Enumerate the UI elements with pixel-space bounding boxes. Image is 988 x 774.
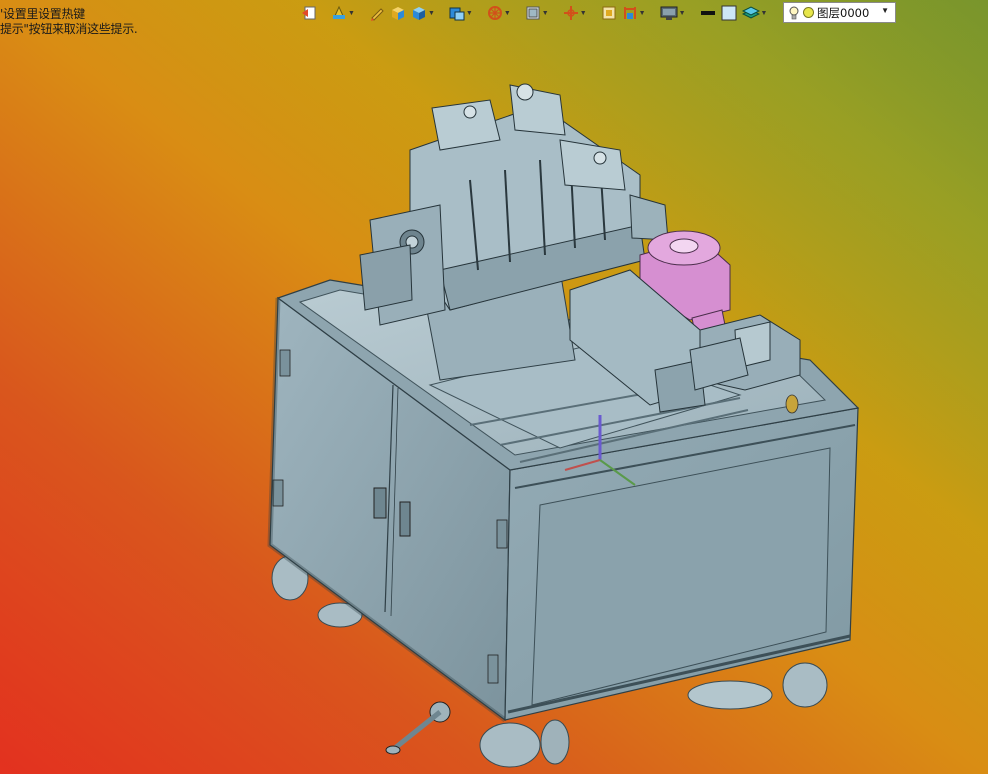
monitor-icon [660, 6, 678, 20]
chevron-down-icon[interactable]: ▼ [639, 10, 646, 17]
part-cube-icon [391, 7, 404, 20]
machine-model[interactable] [0, 0, 988, 774]
sketch-pen-icon [370, 8, 384, 21]
chevron-down-icon[interactable]: ▼ [679, 10, 686, 17]
view-orientation-icon [526, 6, 540, 20]
chevron-down-icon[interactable]: ▼ [761, 10, 768, 17]
zoom-area-button[interactable] [600, 3, 618, 23]
triad-button[interactable]: ▼ [562, 3, 588, 23]
hide-show-icon [487, 6, 502, 20]
hide-show-button[interactable]: ▼ [486, 3, 512, 23]
layer-dropdown[interactable]: 图层0000 ▼ [783, 2, 896, 23]
triad-icon [563, 6, 578, 20]
layers-button[interactable]: ▼ [741, 3, 769, 23]
3d-viewport[interactable]: '设置里设置热键 提示"按钮来取消这些提示. ▼ ▼ ▼ ▼ ▼ ▼ ▼ ▼ ▼… [0, 0, 988, 774]
hint-text-line-2: 提示"按钮来取消这些提示. [0, 22, 138, 36]
lightbulb-icon[interactable] [789, 6, 799, 20]
previous-view-button[interactable] [300, 3, 318, 23]
view-cube-icon [412, 7, 425, 20]
chevron-down-icon[interactable]: ▼ [348, 10, 355, 17]
dimension-button[interactable]: ▼ [621, 3, 647, 23]
chevron-down-icon[interactable]: ▼ [504, 10, 511, 17]
previous-view-icon [302, 6, 316, 20]
chevron-down-icon[interactable]: ▼ [580, 10, 587, 17]
chevron-down-icon[interactable]: ▼ [881, 6, 889, 15]
chevron-down-icon[interactable]: ▼ [466, 10, 473, 17]
display-style-button[interactable]: ▼ [448, 3, 474, 23]
chevron-down-icon[interactable]: ▼ [542, 10, 549, 17]
line-style-icon [700, 11, 715, 15]
section-view-button[interactable]: ▼ [330, 3, 356, 23]
leveling-handle [385, 701, 451, 755]
layers-icon [741, 6, 760, 19]
line-style-button[interactable] [699, 3, 717, 23]
section-view-icon [333, 5, 345, 19]
heads-up-view-toolbar: ▼ ▼ ▼ ▼ ▼ ▼ ▼ ▼ ▼ [300, 2, 768, 24]
sketch-button[interactable] [368, 3, 386, 23]
layer-color-dot [803, 7, 814, 18]
chevron-down-icon[interactable]: ▼ [428, 10, 435, 17]
color-swatch-button[interactable] [720, 3, 738, 23]
display-style-icon [449, 7, 465, 21]
zoom-area-icon [602, 6, 616, 20]
color-swatch-icon [721, 5, 736, 21]
view-cube-button[interactable]: ▼ [410, 3, 436, 23]
part-button[interactable] [389, 3, 407, 23]
monitor-button[interactable]: ▼ [659, 3, 687, 23]
dimension-icon [623, 7, 636, 19]
layer-name: 图层0000 [817, 5, 870, 20]
view-orientation-button[interactable]: ▼ [524, 3, 550, 23]
